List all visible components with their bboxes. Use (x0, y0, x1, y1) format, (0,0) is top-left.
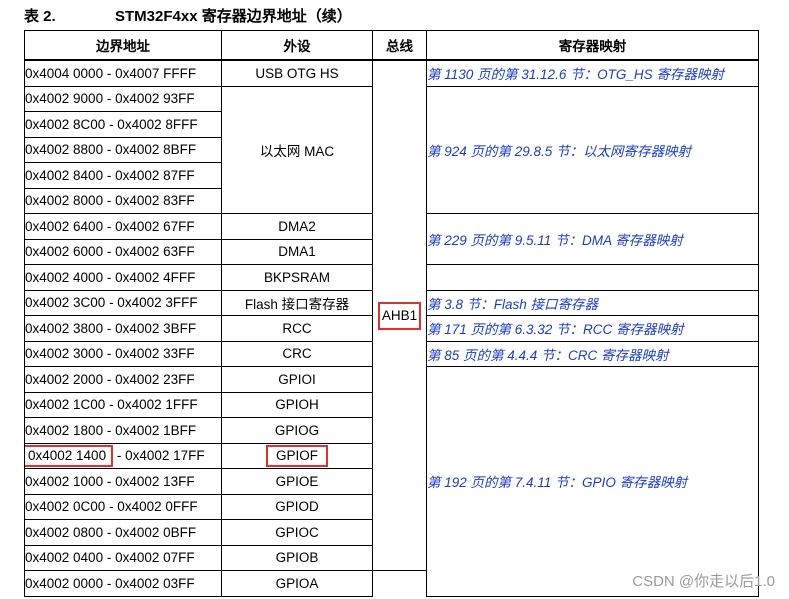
peripheral-cell: GPIOH (221, 391, 373, 418)
address-cell: 0x4002 6400 - 0x4002 67FF (24, 213, 222, 240)
address-cell: 0x4002 8800 - 0x4002 8BFF (24, 136, 222, 163)
register-map-empty (426, 264, 759, 291)
address-cell: 0x4002 0400 - 0x4002 07FF (24, 544, 222, 571)
address-cell: 0x4002 0C00 - 0x4002 0FFF (24, 493, 222, 520)
address-cell: 0x4002 6000 - 0x4002 63FF (24, 238, 222, 265)
peripheral-cell: 以太网 MAC (221, 85, 373, 214)
register-boundary-table: 边界地址 外设 总线 寄存器映射 0x4004 0000 - 0x4007 FF… (24, 30, 759, 597)
address-cell: 0x4002 3800 - 0x4002 3BFF (24, 315, 222, 342)
address-cell: 0x4002 4000 - 0x4002 4FFF (24, 264, 222, 291)
bus-cell: AHB1 (372, 59, 427, 571)
address-cell: 0x4002 3000 - 0x4002 33FF (24, 340, 222, 367)
address-cell: 0x4002 8000 - 0x4002 83FF (24, 187, 222, 214)
address-cell: 0x4002 2000 - 0x4002 23FF (24, 366, 222, 393)
register-map-link[interactable]: 第 1130 页的第 31.12.6 节：OTG_HS 寄存器映射 (426, 59, 759, 87)
bus-highlight: AHB1 (377, 301, 422, 330)
address-cell: 0x4002 8400 - 0x4002 87FF (24, 162, 222, 189)
peripheral-cell: BKPSRAM (221, 264, 373, 291)
address-cell: 0x4002 1000 - 0x4002 13FF (24, 468, 222, 495)
table-row: 0x4004 0000 - 0x4007 FFFF USB OTG HS AHB… (24, 59, 759, 571)
peripheral-cell: GPIOI (221, 366, 373, 393)
address-cell: 0x4002 3C00 - 0x4002 3FFF (24, 289, 222, 316)
register-map-link[interactable]: 第 171 页的第 6.3.32 节：RCC 寄存器映射 (426, 315, 759, 342)
header-peripheral: 外设 (221, 30, 373, 61)
register-map-link[interactable]: 第 85 页的第 4.4.4 节：CRC 寄存器映射 (426, 340, 759, 367)
table-header-row: 边界地址 外设 总线 寄存器映射 (24, 30, 759, 61)
peripheral-cell: USB OTG HS (221, 59, 373, 87)
address-cell: 0x4002 0800 - 0x4002 0BFF (24, 519, 222, 546)
peripheral-cell: RCC (221, 315, 373, 342)
register-map-link[interactable]: 第 3.8 节：Flash 接口寄存器 (426, 289, 759, 316)
table-caption: 表 2. STM32F4xx 寄存器边界地址（续） (24, 6, 352, 28)
peripheral-cell: GPIOB (221, 544, 373, 571)
address-cell: 0x4002 0000 - 0x4002 03FF (24, 570, 222, 597)
peripheral-cell: DMA1 (221, 238, 373, 265)
caption-title: STM32F4xx 寄存器边界地址（续） (115, 8, 352, 25)
peripheral-cell: GPIOD (221, 493, 373, 520)
register-map-link[interactable]: 第 229 页的第 9.5.11 节：DMA 寄存器映射 (426, 213, 759, 265)
header-boundary-address: 边界地址 (24, 30, 222, 61)
peripheral-cell-highlighted: GPIOF (221, 442, 373, 469)
register-map-link[interactable]: 第 192 页的第 7.4.11 节：GPIO 寄存器映射 (426, 366, 759, 597)
peripheral-cell: GPIOC (221, 519, 373, 546)
address-cell-highlighted: 0x4002 1400 - 0x4002 17FF (24, 442, 222, 469)
csdn-watermark: CSDN @你走以后1.0 (632, 573, 775, 590)
peripheral-cell: CRC (221, 340, 373, 367)
address-cell: 0x4002 1800 - 0x4002 1BFF (24, 417, 222, 444)
address-rest: - 0x4002 17FF (113, 447, 205, 463)
header-bus: 总线 (372, 30, 427, 61)
address-cell: 0x4002 9000 - 0x4002 93FF (24, 85, 222, 112)
header-register-map: 寄存器映射 (426, 30, 759, 61)
peripheral-highlight: GPIOF (265, 444, 328, 467)
address-cell: 0x4002 1C00 - 0x4002 1FFF (24, 391, 222, 418)
caption-label: 表 2. (24, 8, 56, 25)
address-highlight: 0x4002 1400 (25, 444, 114, 467)
address-cell: 0x4002 8C00 - 0x4002 8FFF (24, 111, 222, 138)
peripheral-cell: Flash 接口寄存器 (221, 289, 373, 316)
register-map-link[interactable]: 第 924 页的第 29.8.5 节：以太网寄存器映射 (426, 85, 759, 214)
peripheral-cell: GPIOE (221, 468, 373, 495)
address-cell: 0x4004 0000 - 0x4007 FFFF (24, 59, 222, 87)
peripheral-cell: GPIOG (221, 417, 373, 444)
peripheral-cell: DMA2 (221, 213, 373, 240)
peripheral-cell: GPIOA (221, 570, 373, 597)
